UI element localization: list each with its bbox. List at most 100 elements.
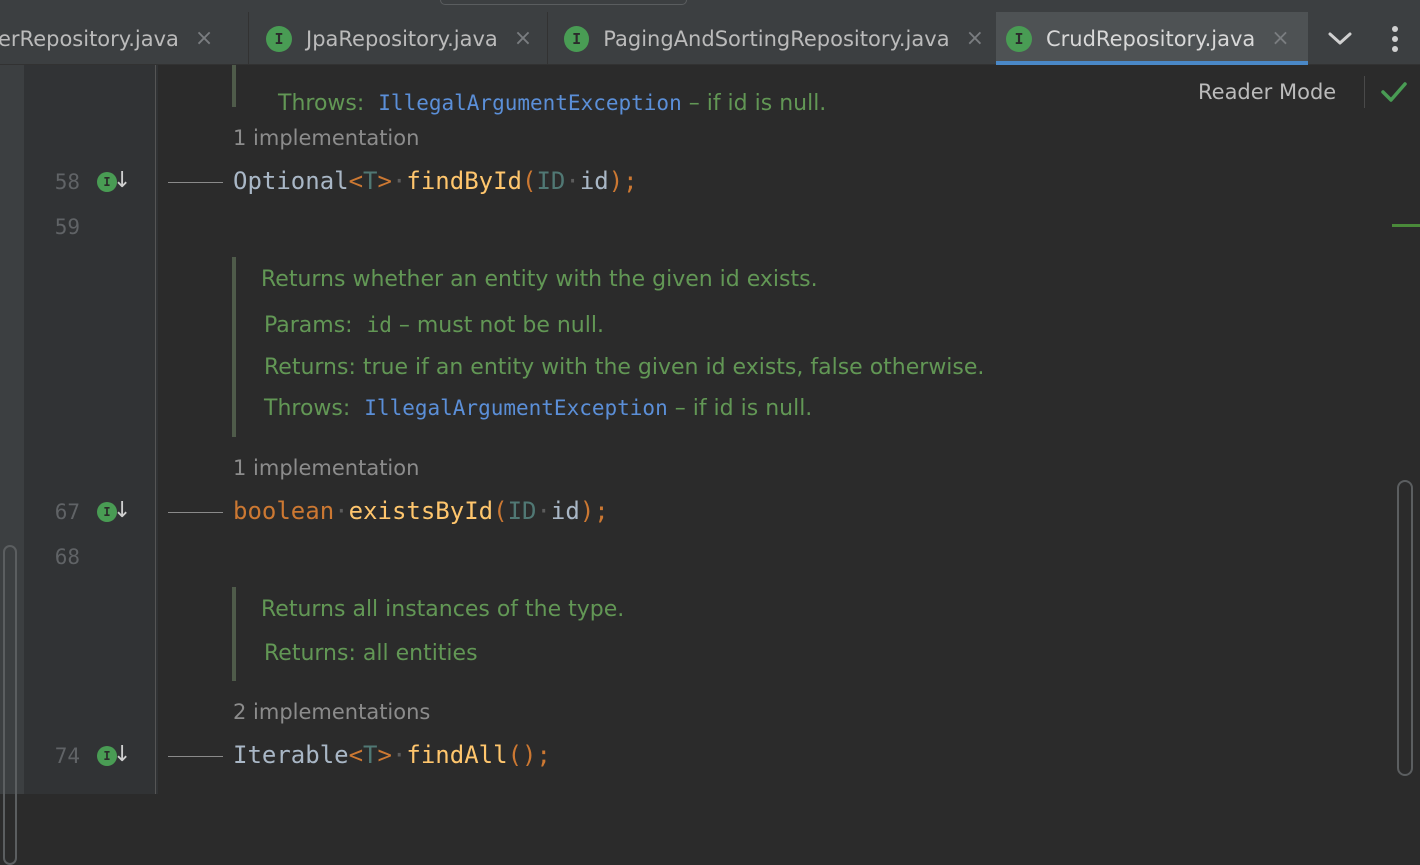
exception-link[interactable]: IllegalArgumentException [364, 396, 667, 420]
doc-returns-line: Returns: all entities [264, 641, 478, 666]
fold-marker[interactable] [168, 756, 223, 757]
semicolon: ; [594, 497, 609, 525]
window-handle [440, 0, 687, 5]
close-icon[interactable]: × [966, 26, 984, 51]
arrow-down-icon: ↓ [113, 498, 132, 523]
param-type: ID [507, 497, 537, 525]
method-name[interactable]: findById [406, 167, 522, 195]
tab-label: CrudRepository.java [1046, 26, 1256, 51]
doc-tag: Returns: [264, 641, 356, 666]
fold-marker[interactable] [168, 512, 223, 513]
doc-summary: Returns whether an entity with the given… [261, 267, 818, 292]
doc-summary: Returns all instances of the type. [261, 597, 625, 622]
line-number: 59 [54, 215, 80, 239]
no-problems-indicator[interactable] [1378, 78, 1410, 106]
code-line-exists-by-id: boolean·existsById(ID·id); [233, 497, 609, 525]
tab-jpa-repository[interactable]: I JpaRepository.java × [256, 12, 546, 65]
code-line-find-by-id: Optional<T>·findById(ID·id); [233, 167, 638, 195]
doc-params-line: Params: id – must not be null. [264, 313, 604, 338]
doc-tag: Throws: [264, 396, 351, 421]
gutter-divider [155, 65, 156, 794]
editor-tab-bar: erRepository.java × I JpaRepository.java… [0, 12, 1420, 65]
exception-link[interactable]: IllegalArgumentException [378, 91, 681, 115]
arrow-down-icon: ↓ [113, 168, 132, 193]
implementations-hint[interactable]: 2 implementations [233, 700, 430, 724]
close-icon[interactable]: × [195, 26, 213, 51]
tab-crud-repository[interactable]: I CrudRepository.java × [996, 12, 1308, 65]
close-icon[interactable]: × [514, 26, 532, 51]
implemented-icon[interactable]: I ↓ [97, 742, 132, 772]
checkmark-icon [1381, 82, 1407, 102]
doc-text: true if an entity with the given id exis… [362, 355, 985, 380]
window-top-strip [0, 0, 1420, 12]
interface-icon: I [564, 25, 590, 52]
generic-open: < [348, 167, 364, 195]
toolbar-divider [1364, 76, 1365, 108]
type-param: T [363, 167, 378, 195]
line-number: 58 [54, 170, 80, 194]
doc-tag: Returns: [264, 355, 356, 380]
parens: () [507, 741, 537, 769]
chevron-down-icon [1328, 32, 1352, 44]
line-number: 68 [54, 545, 80, 569]
doc-tag: Params: [264, 313, 353, 338]
return-type[interactable]: Iterable [233, 741, 349, 769]
semicolon: ; [623, 167, 638, 195]
param-name: id [579, 167, 609, 195]
generic-close: > [377, 167, 392, 195]
tab-label: PagingAndSortingRepository.java [603, 26, 950, 51]
more-vertical-icon [1392, 25, 1398, 52]
doc-comment-bar [232, 257, 236, 437]
tab-label: JpaRepository.java [306, 26, 498, 51]
paren-close: ) [579, 497, 595, 525]
tab-divider [547, 12, 548, 65]
tab-paging-and-sorting-repository[interactable]: I PagingAndSortingRepository.java × [554, 12, 994, 65]
paren-close: ) [608, 167, 624, 195]
interface-icon: I [1006, 25, 1032, 52]
return-type[interactable]: Optional [233, 167, 349, 195]
doc-returns-line: Returns: true if an entity with the give… [264, 355, 984, 380]
param-name: id [366, 313, 392, 337]
keyword: boolean [233, 497, 335, 525]
reader-mode-button[interactable]: Reader Mode [1198, 80, 1336, 104]
param-type: ID [536, 167, 566, 195]
tab-label: erRepository.java [0, 26, 179, 51]
doc-comment-bar [232, 587, 236, 681]
paren-open: ( [493, 497, 508, 525]
close-icon[interactable]: × [1271, 26, 1289, 51]
arrow-down-icon: ↓ [113, 742, 132, 767]
tab-list-dropdown[interactable] [1318, 12, 1362, 65]
more-actions-button[interactable] [1378, 12, 1412, 65]
implemented-icon[interactable]: I ↓ [97, 498, 132, 528]
implemented-icon[interactable]: I ↓ [97, 168, 132, 198]
doc-tag: Throws: [278, 91, 365, 116]
doc-comment-bar [232, 65, 236, 107]
implementations-hint[interactable]: 1 implementation [233, 456, 419, 480]
error-stripe-marker[interactable] [1392, 224, 1420, 227]
method-name[interactable]: existsById [349, 497, 494, 525]
left-scrollbar-thumb[interactable] [3, 545, 17, 865]
tab-divider [248, 12, 249, 65]
line-number: 74 [54, 744, 80, 768]
implementations-hint[interactable]: 1 implementation [233, 126, 419, 150]
doc-text: all entities [362, 641, 478, 666]
param-name: id [550, 497, 580, 525]
tab-er-repository[interactable]: erRepository.java × [0, 12, 236, 65]
doc-text: – must not be null. [391, 313, 604, 338]
interface-icon: I [266, 25, 292, 52]
semicolon: ; [536, 741, 551, 769]
doc-throws-line: Throws: IllegalArgumentException – if id… [264, 396, 812, 421]
vertical-scrollbar-thumb[interactable] [1397, 480, 1413, 776]
left-tool-strip [0, 65, 24, 865]
paren-open: ( [522, 167, 537, 195]
line-number: 67 [54, 500, 80, 524]
code-line-find-all: Iterable<T>·findAll(); [233, 741, 551, 769]
method-name[interactable]: findAll [406, 741, 507, 769]
doc-text: – if id is null. [667, 396, 813, 421]
generic-open: < [348, 741, 364, 769]
doc-text: – if id is null. [681, 91, 827, 116]
doc-throws-line: Throws: IllegalArgumentException – if id… [264, 66, 826, 116]
fold-marker[interactable] [168, 182, 223, 183]
generic-close: > [377, 741, 392, 769]
type-param: T [363, 741, 378, 769]
